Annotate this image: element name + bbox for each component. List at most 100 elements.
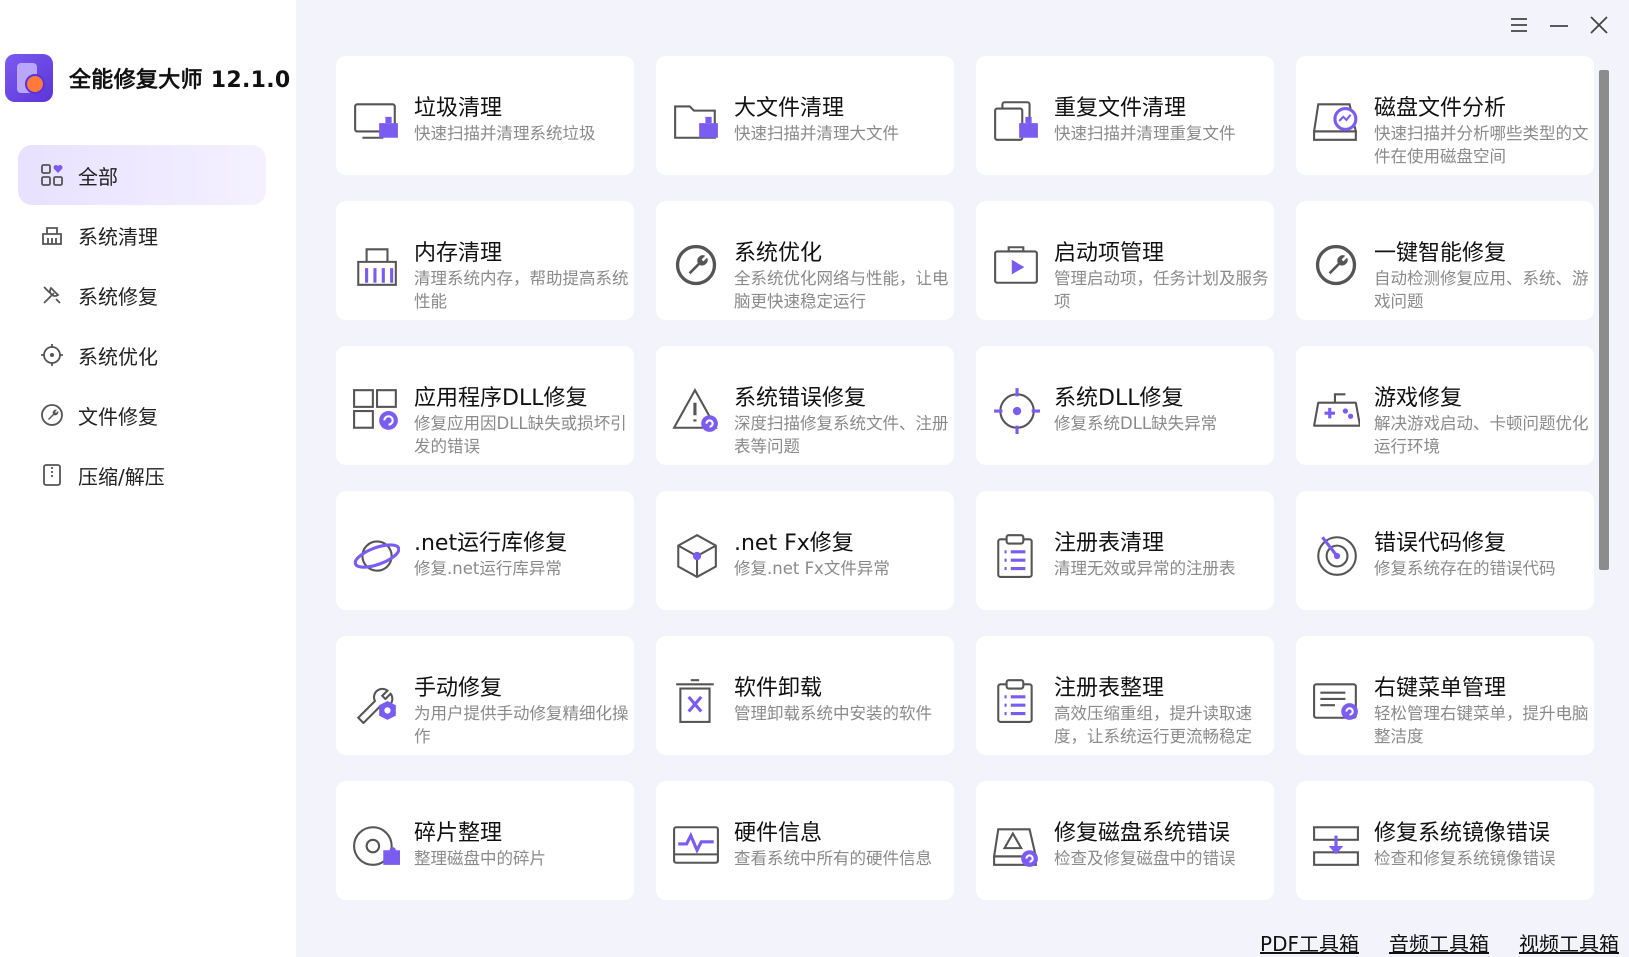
tool-card[interactable]: 修复系统镜像错误 检查和修复系统镜像错误 [1296,781,1594,900]
tool-card[interactable]: 重复文件清理 快速扫描并清理重复文件 [976,56,1274,175]
tool-card[interactable]: 内存清理 清理系统内存，帮助提高系统性能 [336,201,634,320]
gamepad-icon [1312,386,1362,434]
tool-description: 查看系统中所有的硬件信息 [734,849,932,868]
tool-card[interactable]: 系统DLL修复 修复系统DLL缺失异常 [976,346,1274,465]
tool-card[interactable]: 一键智能修复 自动检测修复应用、系统、游戏问题 [1296,201,1594,320]
tool-card[interactable]: 游戏修复 解决游戏启动、卡顿问题优化运行环境 [1296,346,1594,465]
app-header: 全能修复大师 12.1.0 [5,54,291,102]
tool-card[interactable]: .net运行库修复 修复.net运行库异常 [336,491,634,610]
window-controls [1499,10,1619,40]
tool-title: 系统错误修复 [734,386,867,411]
tool-title: 软件卸载 [734,676,823,701]
disk-warning-icon [992,821,1040,869]
tool-title: 启动项管理 [1054,241,1165,266]
sidebar-item-0[interactable]: 全部 [18,145,266,205]
tool-card[interactable]: .net Fx修复 修复.net Fx文件异常 [656,491,954,610]
tool-card[interactable]: 错误代码修复 修复系统存在的错误代码 [1296,491,1594,610]
tool-description: 管理卸载系统中安装的软件 [734,704,932,723]
tool-card[interactable]: 注册表整理 高效压缩重组，提升读取速度，让系统运行更流畅稳定 [976,636,1274,755]
tool-title: 重复文件清理 [1054,96,1187,121]
footer-link[interactable]: 视频工具箱 [1519,928,1619,957]
sidebar-item-label: 系统清理 [78,224,158,249]
tool-description: 修复应用因DLL缺失或损坏引发的错误 [414,414,627,456]
folder-broom-icon [672,96,720,144]
tool-card[interactable]: 软件卸载 管理卸载系统中安装的软件 [656,636,954,755]
sidebar-item-2[interactable]: 系统修复 [18,265,266,325]
app-logo [5,54,53,102]
tool-description: 为用户提供手动修复精细化操作 [414,704,629,746]
close-button[interactable] [1579,10,1619,40]
tool-card[interactable]: 注册表清理 清理无效或异常的注册表 [976,491,1274,610]
app-title: 全能修复大师 12.1.0 [69,68,291,93]
tool-card[interactable]: 大文件清理 快速扫描并清理大文件 [656,56,954,175]
tools-icon [38,281,66,309]
monitor-broom-icon [352,96,400,144]
wrench-circle-icon [672,241,720,289]
tool-title: 碎片整理 [414,821,503,846]
sidebar-item-label: 系统优化 [78,344,158,369]
tool-card[interactable]: 手动修复 为用户提供手动修复精细化操作 [336,636,634,755]
sidebar-item-3[interactable]: 系统优化 [18,325,266,385]
tool-card[interactable]: 垃圾清理 快速扫描并清理系统垃圾 [336,56,634,175]
scrollbar[interactable] [1597,70,1609,932]
disk-analysis-icon [1312,96,1360,144]
wrench-hex-icon [352,676,400,725]
tool-description: 快速扫描并分析哪些类型的文件在使用磁盘空间 [1374,124,1589,166]
tool-title: 游戏修复 [1374,386,1463,411]
footer-link[interactable]: 音频工具箱 [1389,928,1489,957]
minimize-button[interactable] [1539,10,1579,40]
minimize-icon [1550,25,1568,27]
sidebar-item-1[interactable]: 系统清理 [18,205,266,265]
tool-description: 清理系统内存，帮助提高系统性能 [414,269,629,311]
tool-description: 快速扫描并清理重复文件 [1054,124,1236,143]
tool-description: 轻松管理右键菜单，提升电脑整洁度 [1374,704,1589,746]
tool-description: 全系统优化网络与性能，让电脑更快速稳定运行 [734,269,949,311]
tool-title: 磁盘文件分析 [1374,96,1507,121]
tool-card[interactable]: 碎片整理 整理磁盘中的碎片 [336,781,634,900]
app-dll-icon [352,386,400,434]
tool-title: 修复系统镜像错误 [1374,821,1551,846]
sidebar-item-label: 系统修复 [78,284,158,309]
tool-description: 快速扫描并清理系统垃圾 [414,124,596,143]
sidebar-item-5[interactable]: 压缩/解压 [18,445,266,505]
warning-icon [672,386,720,434]
tool-card[interactable]: 系统优化 全系统优化网络与性能，让电脑更快速稳定运行 [656,201,954,320]
tool-card[interactable]: 修复磁盘系统错误 检查及修复磁盘中的错误 [976,781,1274,900]
grid-heart-icon [38,161,66,189]
scrollbar-thumb[interactable] [1599,70,1609,570]
tool-title: 硬件信息 [734,821,823,846]
tool-description: 解决游戏启动、卡顿问题优化运行环境 [1374,414,1589,456]
radar-icon [1312,531,1360,579]
tool-card[interactable]: 应用程序DLL修复 修复应用因DLL缺失或损坏引发的错误 [336,346,634,465]
drive-download-icon [1312,821,1360,869]
zip-file-icon [38,461,66,489]
disc-puzzle-icon [352,821,400,869]
cube-icon [672,531,720,579]
sidebar-item-4[interactable]: 文件修复 [18,385,266,445]
sidebar-item-label: 文件修复 [78,404,158,429]
tool-title: 手动修复 [414,676,503,701]
footer-link[interactable]: PDF工具箱 [1260,928,1359,957]
target-icon [38,341,66,369]
tool-title: 系统优化 [734,241,823,266]
tool-card[interactable]: 硬件信息 查看系统中所有的硬件信息 [656,781,954,900]
tool-card[interactable]: 右键菜单管理 轻松管理右键菜单，提升电脑整洁度 [1296,636,1594,755]
tool-description: 自动检测修复应用、系统、游戏问题 [1374,269,1589,311]
sidebar: 全能修复大师 12.1.0 全部系统清理系统修复系统优化文件修复压缩/解压 [0,0,296,957]
tool-title: 垃圾清理 [414,96,503,121]
menu-window-icon [1312,676,1360,724]
menu-button[interactable] [1499,10,1539,40]
tool-title: .net运行库修复 [414,531,568,556]
tool-description: 检查和修复系统镜像错误 [1374,849,1556,868]
tool-description: 清理无效或异常的注册表 [1054,559,1236,578]
tool-card[interactable]: 系统错误修复 深度扫描修复系统文件、注册表等问题 [656,346,954,465]
tool-description: 整理磁盘中的碎片 [414,849,546,868]
tool-title: 注册表整理 [1054,676,1165,701]
tool-card[interactable]: 启动项管理 管理启动项，任务计划及服务项 [976,201,1274,320]
hamburger-icon [1511,18,1527,32]
close-icon [1590,16,1608,34]
tool-card[interactable]: 磁盘文件分析 快速扫描并分析哪些类型的文件在使用磁盘空间 [1296,56,1594,175]
tool-description: 管理启动项，任务计划及服务项 [1054,269,1269,311]
memory-broom-icon [352,241,400,289]
tool-title: 右键菜单管理 [1374,676,1507,701]
